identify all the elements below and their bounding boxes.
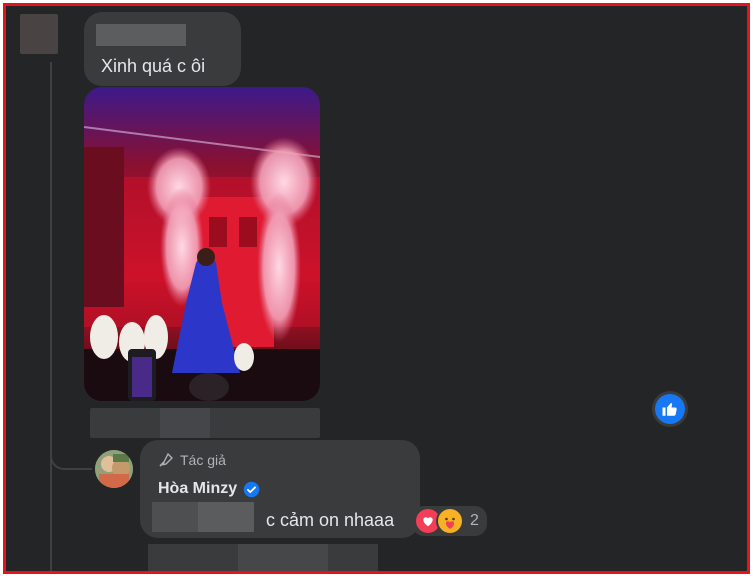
thumbs-up-icon (662, 402, 677, 416)
redacted-reply-part (198, 502, 254, 532)
care-icon (436, 507, 464, 535)
author-name-row: Hòa Minzy (158, 480, 260, 498)
comment-photo[interactable] (84, 87, 320, 401)
author-avatar[interactable] (95, 450, 133, 488)
thread-line (50, 62, 52, 571)
like-reaction-badge[interactable] (655, 394, 685, 424)
reply-connector (50, 434, 92, 470)
author-avatar-image (95, 450, 133, 488)
comment-text: Xinh quá c ôi (101, 56, 206, 76)
concert-photo (84, 87, 320, 401)
redacted-commenter-name (96, 24, 186, 46)
commenter-avatar[interactable] (20, 14, 58, 54)
reaction-summary[interactable]: 2 (412, 506, 487, 536)
verified-badge-icon (243, 481, 260, 497)
author-name[interactable]: Hòa Minzy (158, 480, 237, 498)
author-badge: Tác giả (158, 452, 226, 468)
reply-text: c cảm on nhaaa (266, 510, 395, 530)
comment-thread: Xinh quá c ôi Tác giả Hòa Minzy c cảm on… (3, 3, 750, 574)
author-badge-label: Tác giả (180, 452, 226, 468)
redacted-reply-actions (148, 544, 378, 571)
comment-bubble: Xinh quá c ôi (84, 12, 241, 86)
redacted-comment-actions (90, 408, 320, 438)
microphone-icon (159, 452, 173, 467)
redacted-reply-part (152, 502, 198, 532)
reaction-count: 2 (470, 512, 479, 529)
reply-bubble: Tác giả Hòa Minzy c cảm on nhaaa (140, 440, 420, 538)
